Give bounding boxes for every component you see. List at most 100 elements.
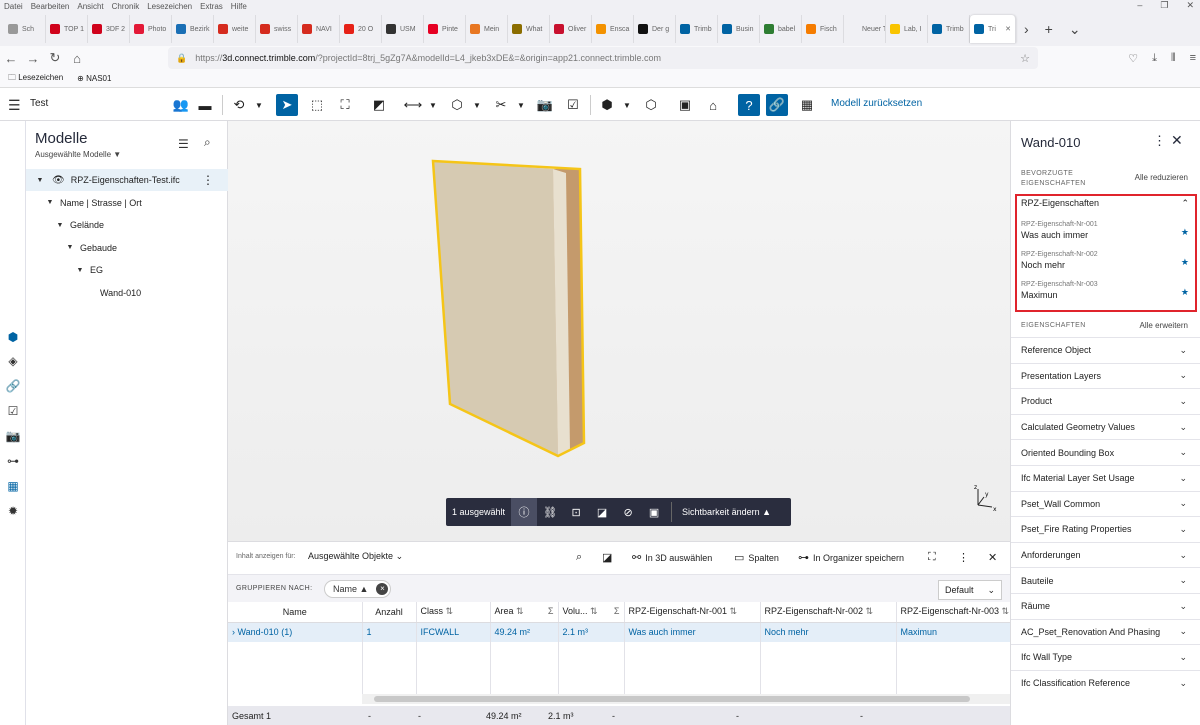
tree-node[interactable]: ▼ 👁 RPZ-Eigenschaften-Test.ifc ⋮ [26,169,228,191]
expand-all-link[interactable]: Alle erweitern [1140,321,1188,330]
hide-link-icon[interactable]: ⛓ [537,498,563,526]
isolate-icon[interactable]: ⊡ [563,498,589,526]
views-icon[interactable]: 📷 [5,428,21,444]
expand-icon[interactable]: ⛶ [928,551,936,564]
property-section[interactable]: AC_Pset_Renovation And Phasing ⌄ [1011,618,1200,645]
screen-icon[interactable]: ▣ [674,94,696,116]
color-fill-icon[interactable]: ◪ [589,498,615,526]
download-icon[interactable]: ⤓ [1152,52,1157,65]
property-section[interactable]: Calculated Geometry Values ⌄ [1011,413,1200,440]
camera-icon[interactable]: 📷 [534,94,556,116]
tree-node[interactable]: ▼ Gelände [26,214,228,236]
table-row[interactable]: › Wand-010 (1) 1 IFCWALL 49.24 m² 2.1 m³ Was … [228,622,1011,642]
pocket-icon[interactable]: ♡ [1128,52,1138,65]
horizontal-scrollbar[interactable] [362,694,1010,704]
sort-icon[interactable]: ⇅ [443,606,454,616]
browser-tab[interactable]: Sch [4,15,46,43]
markup-dropdown-icon[interactable]: ▼ [472,94,482,116]
browser-tab[interactable]: Mein [466,15,508,43]
app-menu-icon[interactable]: ≡ [1190,52,1196,65]
property-section[interactable]: Pset_Wall Common ⌄ [1011,490,1200,517]
column-header[interactable]: Volu... ⇅ Σ [558,602,625,623]
filter-icon[interactable]: ☰ [178,137,189,151]
cube-icon[interactable]: ⬢ [596,94,618,116]
browser-tab[interactable]: Busin [718,15,760,43]
property-section[interactable]: Pset_Fire Rating Properties ⌄ [1011,516,1200,542]
browser-tab[interactable]: What [508,15,550,43]
property-section[interactable]: Ifc Classification Reference ⌄ [1011,669,1200,696]
color-by-icon[interactable]: ◪ [602,551,612,564]
browser-tab[interactable]: 20 O [340,15,382,43]
tab-list-icon[interactable]: ⌄ [1061,21,1089,38]
browser-tab[interactable]: Der g [634,15,676,43]
reset-model-link[interactable]: Modell zurücksetzen [831,98,922,109]
expand-caret-icon[interactable]: ▼ [64,244,76,251]
menu-ansicht[interactable]: Ansicht [77,2,103,11]
sort-icon[interactable]: ⇅ [999,606,1009,616]
property-section[interactable]: Räume ⌄ [1011,593,1200,619]
orbit-icon[interactable]: ⟲ [228,94,250,116]
column-header[interactable]: RPZ-Eigenschaft-Nr-003 ⇅ [896,602,1011,623]
view-cube-icon[interactable]: ⬡ [640,94,662,116]
browser-tab[interactable]: Bezirk [172,15,214,43]
scissors-icon[interactable]: ✂ [490,94,512,116]
star-icon[interactable]: ★ [1181,257,1189,268]
model-more-icon[interactable]: ⋮ [202,173,214,187]
sort-icon[interactable]: ⇅ [514,606,524,616]
browser-tab[interactable]: babel [760,15,802,43]
calculator-icon[interactable]: ▦ [796,94,818,116]
address-field[interactable]: 🔒 https://3d.connect.trimble.com/?projec… [168,47,1038,69]
column-header[interactable]: Anzahl [362,602,417,623]
close-window-icon[interactable]: ✕ [1186,0,1194,11]
hamburger-icon[interactable]: ☰ [8,97,21,114]
forward-icon[interactable]: → [22,51,44,66]
bookmark-star-icon[interactable]: ☆ [1020,52,1030,65]
bookmark-lesezeichen[interactable]: 🗀 Lesezeichen [8,72,63,86]
tree-node[interactable]: ▼ Gebaude [26,237,228,259]
browser-tab[interactable]: Trimb [928,15,970,43]
cube-dropdown-icon[interactable]: ▼ [622,94,632,116]
sort-icon[interactable]: ⇅ [727,606,738,616]
minimize-icon[interactable]: – [1137,0,1142,11]
visibility-eye-icon[interactable]: 👁 [52,175,65,186]
markup-shape-icon[interactable]: ⬡ [446,94,468,116]
table-icon[interactable]: ▦ [5,478,21,494]
close-panel-icon[interactable]: ✕ [1171,132,1183,149]
star-icon[interactable]: ★ [1181,227,1189,238]
tree-node[interactable]: ▼ EG [26,259,228,281]
browser-tab[interactable]: Lab, I [886,15,928,43]
columns-button[interactable]: ▭ Spalten [734,551,779,564]
expand-caret-icon[interactable]: ▼ [54,222,66,229]
column-header[interactable]: RPZ-Eigenschaft-Nr-002 ⇅ [760,602,897,623]
box-select-icon[interactable]: ⬚ [306,94,328,116]
browser-tab[interactable]: Oliver [550,15,592,43]
sort-icon[interactable]: ⇅ [588,606,598,616]
close-tab-icon[interactable]: ✕ [1005,25,1011,33]
models-icon[interactable]: ⬢ [5,329,21,345]
browser-tab[interactable]: Photo [130,15,172,43]
3d-viewport[interactable]: z x y 1 ausgewählt ⓘ ⛓ ⊡ ◪ ⊘ ▣ Sichtbark… [228,121,1010,541]
hide-icon[interactable]: ⊘ [615,498,641,526]
browser-tab[interactable]: Tri ✕ [970,15,1016,43]
menu-extras[interactable]: Extras [200,2,223,11]
orbit-dropdown-icon[interactable]: ▼ [254,94,264,116]
property-section[interactable]: Ifc Wall Type ⌄ [1011,644,1200,670]
menu-datei[interactable]: Datei [4,2,23,11]
sort-icon[interactable]: ⇅ [863,606,874,616]
section-icon[interactable]: ◩ [368,94,390,116]
expand-caret-icon[interactable]: ▼ [34,177,46,184]
browser-tab[interactable]: Neuer Tab [844,15,886,43]
menu-chronik[interactable]: Chronik [112,2,140,11]
browser-tab[interactable]: Trimb [676,15,718,43]
menu-lesezeichen[interactable]: Lesezeichen [147,2,192,11]
browser-tab[interactable]: weite [214,15,256,43]
default-view-dropdown[interactable]: Default ⌄ [938,580,1002,600]
table-search-icon[interactable]: ⌕ [576,551,582,564]
scroll-thumb[interactable] [374,696,970,702]
menu-hilfe[interactable]: Hilfe [231,2,247,11]
select-in-3d-button[interactable]: ⚯ In 3D auswählen [632,551,712,564]
library-icon[interactable]: ⫴ [1171,52,1176,65]
reload-icon[interactable]: ↻ [44,50,66,66]
expand-caret-icon[interactable]: ▼ [44,199,56,206]
column-header[interactable]: Name [228,602,363,623]
